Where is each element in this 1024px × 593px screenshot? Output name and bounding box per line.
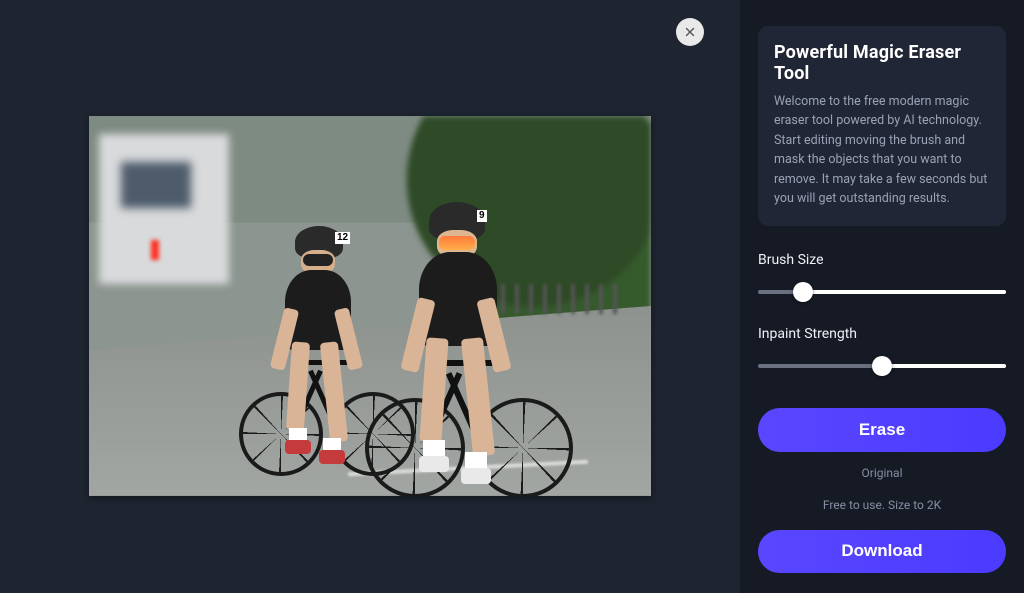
info-card: Powerful Magic Eraser Tool Welcome to th… bbox=[758, 26, 1006, 226]
erase-button[interactable]: Erase bbox=[758, 408, 1006, 451]
editing-image[interactable]: 12 9 bbox=[89, 116, 651, 496]
inpaint-strength-thumb[interactable] bbox=[872, 356, 892, 376]
close-button[interactable] bbox=[676, 18, 704, 46]
close-icon bbox=[683, 25, 697, 39]
download-button[interactable]: Download bbox=[758, 530, 1006, 573]
brush-size-slider[interactable] bbox=[758, 284, 1006, 300]
brush-size-label: Brush Size bbox=[758, 252, 1006, 268]
inpaint-strength-label: Inpaint Strength bbox=[758, 326, 1006, 342]
inpaint-strength-slider[interactable] bbox=[758, 358, 1006, 374]
canvas-area: 12 9 bbox=[0, 0, 740, 593]
bib-front: 9 bbox=[477, 210, 487, 222]
info-title: Powerful Magic Eraser Tool bbox=[774, 42, 990, 84]
free-use-text: Free to use. Size to 2K bbox=[758, 498, 1006, 512]
brush-size-thumb[interactable] bbox=[793, 282, 813, 302]
info-description: Welcome to the free modern magic eraser … bbox=[774, 92, 990, 208]
inpaint-strength-control: Inpaint Strength bbox=[758, 326, 1006, 374]
original-toggle[interactable]: Original bbox=[758, 466, 1006, 480]
cyclist-front: 9 bbox=[389, 202, 579, 492]
brush-size-control: Brush Size bbox=[758, 252, 1006, 300]
bib-back: 12 bbox=[335, 232, 350, 244]
controls-sidebar: Powerful Magic Eraser Tool Welcome to th… bbox=[740, 0, 1024, 593]
